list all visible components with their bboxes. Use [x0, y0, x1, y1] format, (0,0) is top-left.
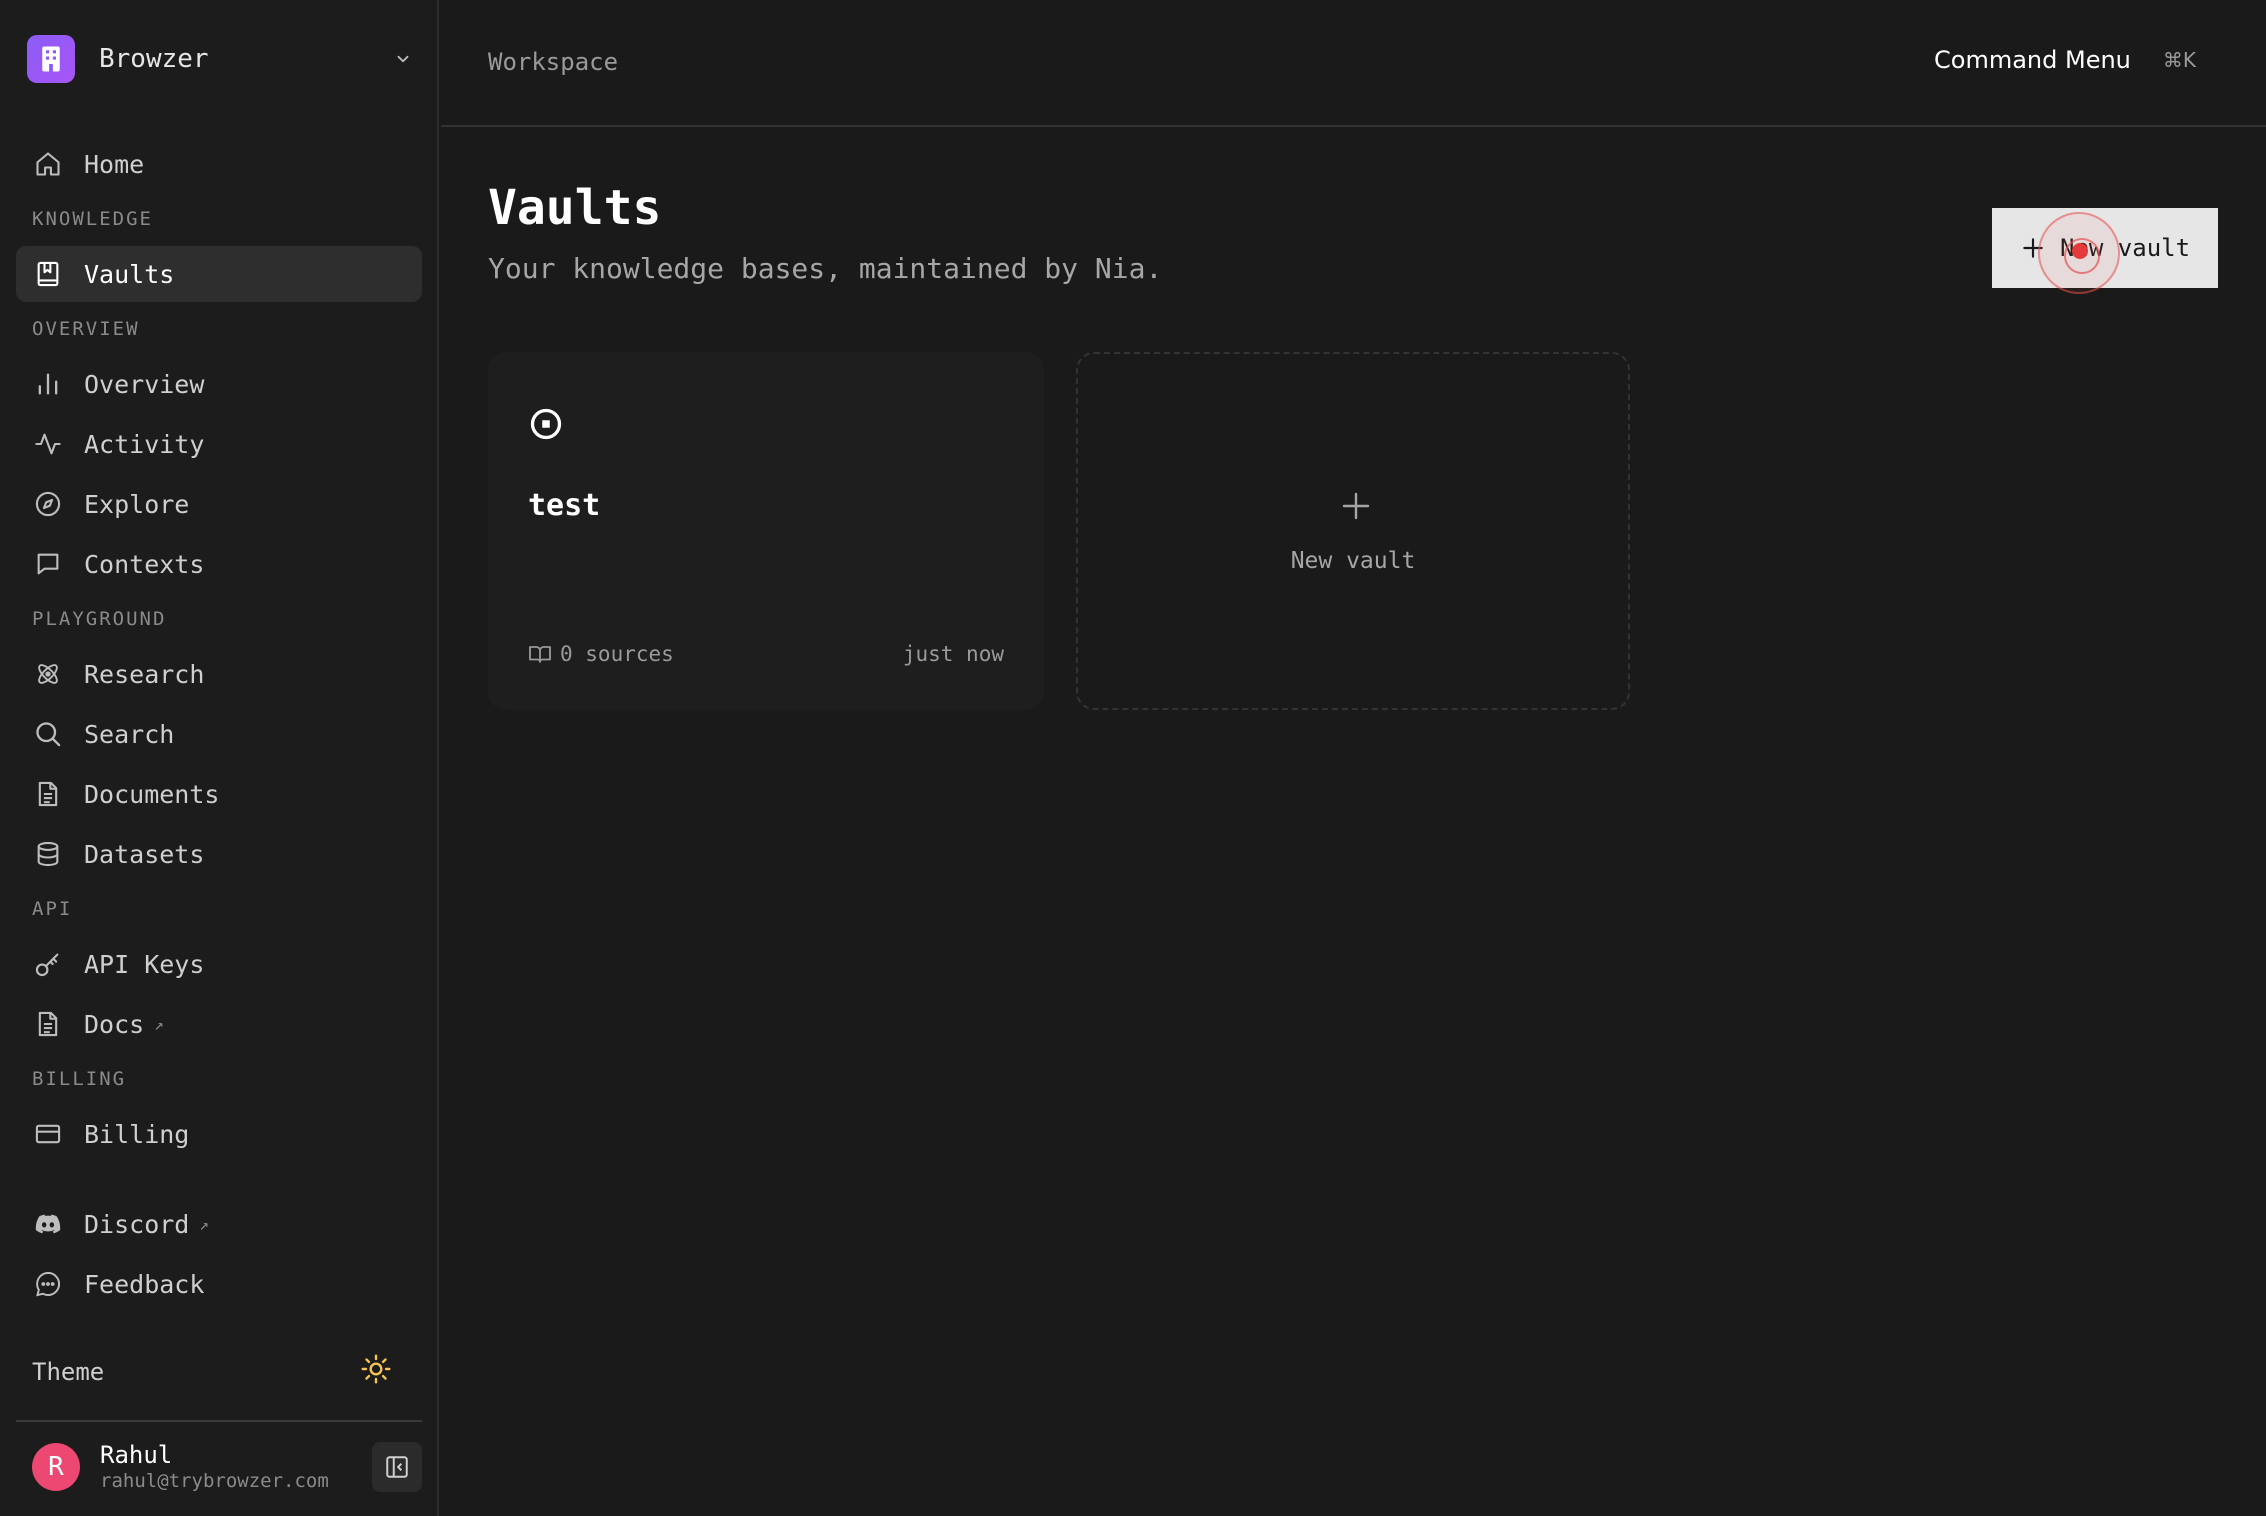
- user-email: rahul@trybrowzer.com: [100, 1470, 329, 1492]
- plus-icon: [2023, 238, 2043, 258]
- sidebar-item-research[interactable]: Research: [16, 646, 422, 702]
- sidebar-item-contexts[interactable]: Contexts: [16, 536, 422, 592]
- section-knowledge: KNOWLEDGE: [32, 208, 153, 230]
- sidebar-item-label: Contexts: [84, 549, 205, 579]
- user-info: Rahul rahul@trybrowzer.com: [100, 1441, 372, 1493]
- sidebar-item-overview[interactable]: Overview: [16, 356, 422, 412]
- file-text-icon: [32, 778, 64, 810]
- sidebar-item-explore[interactable]: Explore: [16, 476, 422, 532]
- user-name: Rahul: [100, 1441, 173, 1469]
- sidebar-item-label: Overview: [84, 369, 205, 399]
- building-icon: [42, 46, 60, 72]
- sidebar-item-discord[interactable]: Discord ↗: [16, 1196, 422, 1252]
- sidebar-item-label: Explore: [84, 489, 190, 519]
- keyboard-shortcut: ⌘K: [2162, 48, 2196, 72]
- external-link-icon: ↗: [154, 1014, 164, 1034]
- sidebar-item-home[interactable]: Home: [16, 136, 422, 192]
- external-link-icon: ↗: [199, 1214, 209, 1234]
- theme-row: Theme: [32, 1352, 392, 1392]
- new-vault-button[interactable]: New vault: [1992, 208, 2218, 288]
- panel-left-close-icon: [386, 1456, 408, 1478]
- sidebar-item-label: Activity: [84, 429, 205, 459]
- vault-updated: just now: [902, 642, 1004, 666]
- command-menu-label: Command Menu: [1934, 46, 2131, 74]
- bookmark-book-icon: [32, 258, 64, 290]
- workspace-name: Browzer: [99, 44, 209, 74]
- sidebar-item-vaults[interactable]: Vaults: [16, 246, 422, 302]
- sidebar-item-documents[interactable]: Documents: [16, 766, 422, 822]
- key-icon: [32, 948, 64, 980]
- sidebar-item-feedback[interactable]: Feedback: [16, 1256, 422, 1312]
- new-vault-button-label: New vault: [2060, 234, 2191, 262]
- vault-sources: 0 sources: [528, 642, 674, 666]
- credit-card-icon: [32, 1118, 64, 1150]
- sidebar-item-label: Datasets: [84, 839, 205, 869]
- bar-chart-icon: [32, 368, 64, 400]
- plus-icon: [1340, 490, 1372, 522]
- theme-label: Theme: [32, 1358, 105, 1386]
- user-profile[interactable]: R Rahul rahul@trybrowzer.com: [32, 1440, 422, 1494]
- activity-pulse-icon: [32, 428, 64, 460]
- section-billing: BILLING: [32, 1068, 127, 1090]
- vault-card[interactable]: test 0 sources just now: [488, 352, 1044, 710]
- workspace-switcher[interactable]: Browzer: [27, 34, 417, 84]
- sidebar-item-label: Docs: [84, 1009, 145, 1039]
- collapse-sidebar-button[interactable]: [372, 1442, 422, 1492]
- sidebar-item-docs[interactable]: Docs ↗: [16, 996, 422, 1052]
- sidebar-item-billing[interactable]: Billing: [16, 1106, 422, 1162]
- vault-icon: [528, 406, 564, 442]
- compass-icon: [32, 488, 64, 520]
- page-subtitle: Your knowledge bases, maintained by Nia.: [488, 252, 1163, 285]
- book-open-icon: [529, 646, 551, 663]
- app-root: Browzer Home KNOWLEDGE Vaults OVERVIEW O…: [0, 0, 2266, 1516]
- file-text-icon: [32, 1008, 64, 1040]
- discord-icon: [32, 1208, 64, 1240]
- sidebar-item-api-keys[interactable]: API Keys: [16, 936, 422, 992]
- sidebar-item-datasets[interactable]: Datasets: [16, 826, 422, 882]
- database-icon: [32, 838, 64, 870]
- message-circle-icon: [32, 1268, 64, 1300]
- section-overview: OVERVIEW: [32, 318, 140, 340]
- sidebar-item-label: Search: [84, 719, 175, 749]
- home-icon: [32, 148, 64, 180]
- sidebar-item-label: Billing: [84, 1119, 190, 1149]
- workspace-logo: [27, 35, 75, 83]
- chevron-down-icon: [389, 45, 417, 73]
- vault-sources-count: 0 sources: [560, 642, 674, 666]
- avatar: R: [32, 1443, 80, 1491]
- sidebar-item-activity[interactable]: Activity: [16, 416, 422, 472]
- page-title: Vaults: [488, 180, 662, 236]
- sidebar-divider: [16, 1420, 422, 1422]
- message-square-icon: [32, 548, 64, 580]
- search-icon: [32, 718, 64, 750]
- command-menu-button[interactable]: Command Menu ⌘K: [1934, 46, 2196, 74]
- atom-icon: [32, 658, 64, 690]
- sidebar-item-label: Vaults: [84, 259, 175, 289]
- sun-icon[interactable]: [360, 1353, 392, 1391]
- sidebar-item-label: Discord: [84, 1209, 190, 1239]
- new-vault-card[interactable]: New vault: [1076, 352, 1630, 710]
- vault-name: test: [528, 488, 601, 523]
- sidebar-item-label: Documents: [84, 779, 220, 809]
- section-playground: PLAYGROUND: [32, 608, 167, 630]
- sidebar-item-label: Home: [84, 149, 145, 179]
- sidebar-item-label: Research: [84, 659, 205, 689]
- sidebar-item-label: API Keys: [84, 949, 205, 979]
- top-bar: Workspace Command Menu ⌘K: [441, 0, 2266, 127]
- new-vault-card-label: New vault: [1290, 548, 1416, 574]
- sidebar-item-search[interactable]: Search: [16, 706, 422, 762]
- sidebar: Browzer Home KNOWLEDGE Vaults OVERVIEW O…: [0, 0, 439, 1516]
- breadcrumb[interactable]: Workspace: [488, 48, 618, 76]
- sidebar-item-label: Feedback: [84, 1269, 205, 1299]
- section-api: API: [32, 898, 73, 920]
